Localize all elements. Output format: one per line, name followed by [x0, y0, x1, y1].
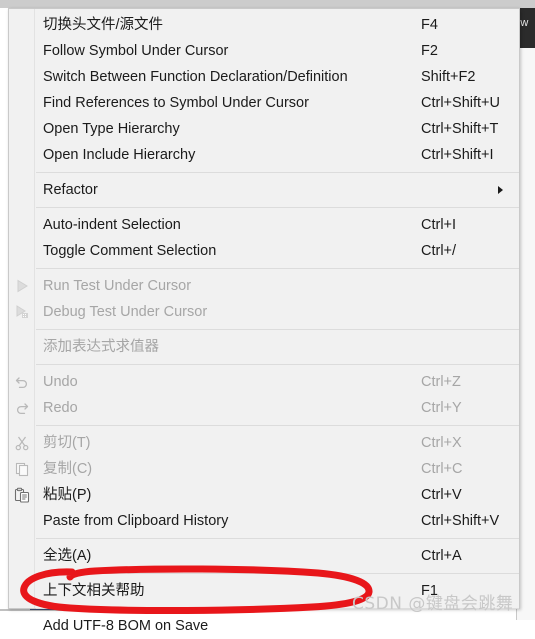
menu-item[interactable]: 切换头文件/源文件 F4 — [9, 12, 519, 38]
menu-item-shortcut: Ctrl+Y — [421, 399, 462, 416]
menu-separator — [36, 538, 519, 539]
menu-separator — [36, 608, 519, 609]
menu-item[interactable]: Toggle Comment Selection Ctrl+/ — [9, 238, 519, 264]
menu-item-label: 全选(A) — [43, 547, 92, 564]
menu-separator — [36, 329, 519, 330]
menu-item: 剪切(T) Ctrl+X — [9, 430, 519, 456]
menu-separator — [36, 172, 519, 173]
titlebar-strip — [0, 0, 535, 8]
menu-separator — [36, 268, 519, 269]
run-icon — [13, 277, 31, 295]
menu-item-shortcut: Ctrl+Shift+T — [421, 120, 499, 137]
menu-item-label: 添加表达式求值器 — [43, 338, 159, 355]
menu-item-shortcut: Ctrl+C — [421, 460, 463, 477]
context-menu[interactable]: 切换头文件/源文件 F4 Follow Symbol Under Cursor F2 S… — [8, 8, 520, 633]
menu-item-shortcut: Ctrl+/ — [421, 242, 457, 259]
menu-item-label: Switch Between Function Declaration/Defi… — [43, 68, 348, 85]
menu-separator — [36, 364, 519, 365]
menu-item[interactable]: Switch Between Function Declaration/Defi… — [9, 64, 519, 90]
menu-item: 复制(C) Ctrl+C — [9, 456, 519, 482]
menu-item: Run Test Under Cursor — [9, 273, 519, 299]
menu-item-label: 剪切(T) — [43, 434, 91, 451]
menu-item-label: Paste from Clipboard History — [43, 512, 229, 529]
menu-item-shortcut: F1 — [421, 582, 438, 599]
redo-icon — [13, 399, 31, 417]
menu-item[interactable]: 上下文相关帮助 F1 — [9, 578, 519, 604]
menu-item[interactable]: Follow Symbol Under Cursor F2 — [9, 38, 519, 64]
menu-item-shortcut: F2 — [421, 42, 438, 59]
menu-item-shortcut: Ctrl+I — [421, 216, 457, 233]
submenu-arrow-icon — [498, 186, 503, 194]
menu-item[interactable]: 粘贴(P) Ctrl+V — [9, 482, 519, 508]
menu-item-label: Add UTF-8 BOM on Save — [43, 617, 209, 634]
menu-item-shortcut: Shift+F2 — [421, 68, 476, 85]
menu-item-shortcut: Ctrl+A — [421, 547, 462, 564]
menu-item-label: Debug Test Under Cursor — [43, 303, 208, 320]
menu-item-label: Refactor — [43, 181, 98, 198]
menu-item: Debug Test Under Cursor — [9, 299, 519, 325]
copy-icon — [13, 460, 31, 478]
menu-separator — [36, 573, 519, 574]
menu-item-label: Find References to Symbol Under Cursor — [43, 94, 309, 111]
undo-icon — [13, 373, 31, 391]
menu-item[interactable]: Open Type Hierarchy Ctrl+Shift+T — [9, 116, 519, 142]
menu-item-shortcut: F4 — [421, 16, 438, 33]
menu-item[interactable]: Find References to Symbol Under Cursor Ct… — [9, 90, 519, 116]
menu-item: Redo Ctrl+Y — [9, 395, 519, 421]
menu-item-label: Redo — [43, 399, 78, 416]
menu-item: 添加表达式求值器 — [9, 334, 519, 360]
menu-item: Undo Ctrl+Z — [9, 369, 519, 395]
menu-item-label: Follow Symbol Under Cursor — [43, 42, 229, 59]
menu-item[interactable]: 全选(A) Ctrl+A — [9, 543, 519, 569]
menu-item-label: 复制(C) — [43, 460, 93, 477]
menu-item-list: 切换头文件/源文件 F4 Follow Symbol Under Cursor F2 S… — [9, 9, 519, 639]
menu-separator — [36, 207, 519, 208]
menu-item-label: Auto-indent Selection — [43, 216, 181, 233]
debug-icon — [13, 303, 31, 321]
menu-separator — [36, 425, 519, 426]
menu-item-shortcut: Ctrl+Shift+I — [421, 146, 494, 163]
menu-item-label: Run Test Under Cursor — [43, 277, 192, 294]
menu-item[interactable]: Add UTF-8 BOM on Save — [9, 613, 519, 639]
menu-item[interactable]: Refactor — [9, 177, 519, 203]
menu-item-label: Undo — [43, 373, 78, 390]
menu-item[interactable]: Open Include Hierarchy Ctrl+Shift+I — [9, 142, 519, 168]
menu-item-shortcut: Ctrl+X — [421, 434, 462, 451]
menu-item[interactable]: Paste from Clipboard History Ctrl+Shift+V — [9, 508, 519, 534]
menu-item-shortcut: Ctrl+Shift+U — [421, 94, 500, 111]
cut-icon — [13, 434, 31, 452]
menu-item[interactable]: Auto-indent Selection Ctrl+I — [9, 212, 519, 238]
paste-icon — [13, 486, 31, 504]
menu-item-label: Open Type Hierarchy — [43, 120, 180, 137]
menu-item-label: 上下文相关帮助 — [43, 582, 145, 599]
menu-item-label: Open Include Hierarchy — [43, 146, 196, 163]
menu-item-shortcut: Ctrl+Shift+V — [421, 512, 500, 529]
menu-item-label: 切换头文件/源文件 — [43, 16, 164, 33]
menu-item-shortcut: Ctrl+Z — [421, 373, 461, 390]
menu-item-shortcut: Ctrl+V — [421, 486, 462, 503]
menu-item-label: 粘贴(P) — [43, 486, 92, 503]
menu-item-label: Toggle Comment Selection — [43, 242, 217, 259]
